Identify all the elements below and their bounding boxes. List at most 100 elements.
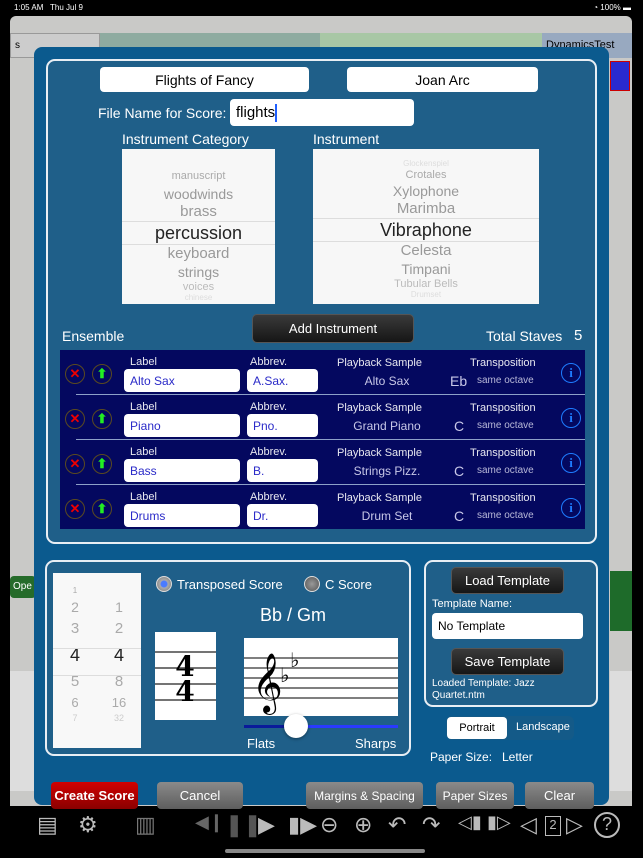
denominator-item[interactable]: 2 <box>97 618 141 639</box>
save-template-button[interactable]: Save Template <box>451 648 564 675</box>
delete-icon[interactable]: ✕ <box>65 409 85 429</box>
playback-sample[interactable]: Grand Piano <box>337 419 437 433</box>
numerator-item[interactable]: 1 <box>53 585 97 597</box>
c-score-radio[interactable] <box>304 576 320 592</box>
play-from-cursor-icon[interactable]: ▮▶ <box>288 812 317 838</box>
denominator-item[interactable]: 16 <box>97 692 141 713</box>
landscape-option[interactable]: Landscape <box>516 721 570 733</box>
transposition-key[interactable]: C <box>454 463 464 479</box>
transposition-octave[interactable]: same octave <box>477 510 534 521</box>
portrait-option[interactable]: Portrait <box>447 717 507 739</box>
abbrev-input[interactable]: B. <box>247 459 318 482</box>
lock-icon[interactable] <box>610 61 630 91</box>
next-page-icon[interactable]: ▷ <box>566 812 583 838</box>
label-input[interactable]: Piano <box>124 414 240 437</box>
delete-icon[interactable]: ✕ <box>65 364 85 384</box>
info-icon[interactable]: i <box>561 453 581 473</box>
transposition-octave[interactable]: same octave <box>477 420 534 431</box>
numerator-item[interactable]: 3 <box>53 618 97 639</box>
numerator-item[interactable]: 7 <box>53 713 97 723</box>
composer-field[interactable]: Joan Arc <box>347 67 538 92</box>
numerator-item[interactable]: 6 <box>53 692 97 713</box>
title-field[interactable]: Flights of Fancy <box>100 67 309 92</box>
move-up-icon[interactable]: ⬆ <box>92 499 112 519</box>
playback-sample[interactable]: Drum Set <box>337 509 437 523</box>
help-icon[interactable]: ? <box>594 812 620 838</box>
transposition-octave[interactable]: same octave <box>477 375 534 386</box>
piano-icon[interactable]: ▥ <box>135 812 156 838</box>
picker-item[interactable]: Crotales <box>313 169 539 182</box>
zoom-out-icon[interactable]: ⊖ <box>320 812 338 838</box>
time-signature-picker[interactable]: 1 2 3 4 5 6 7 1 2 4 8 16 32 <box>53 573 141 748</box>
open-button[interactable]: Ope <box>10 576 36 598</box>
picker-item[interactable]: brass <box>122 203 275 221</box>
info-icon[interactable]: i <box>561 408 581 428</box>
play-icon[interactable]: ▶ <box>258 812 275 838</box>
picker-item[interactable]: strings <box>122 263 275 281</box>
insert-measure-after-icon[interactable]: ▮▷ <box>487 812 511 833</box>
load-template-button[interactable]: Load Template <box>451 567 564 594</box>
margins-spacing-button[interactable]: Margins & Spacing <box>306 782 423 809</box>
abbrev-input[interactable]: A.Sax. <box>247 369 318 392</box>
paper-sizes-button[interactable]: Paper Sizes <box>436 782 514 809</box>
redo-icon[interactable]: ↷ <box>422 812 440 838</box>
instrument-picker[interactable]: Glockenspiel Crotales Xylophone Marimba … <box>313 149 539 304</box>
pause-icon[interactable]: ❚❚ <box>225 812 262 838</box>
template-name-input[interactable]: No Template <box>432 613 583 639</box>
gear-icon[interactable]: ⚙ <box>78 812 98 838</box>
create-score-button[interactable]: Create Score <box>51 782 138 809</box>
picker-item[interactable]: woodwinds <box>122 185 275 203</box>
undo-icon[interactable]: ↶ <box>388 812 406 838</box>
picker-item[interactable]: Tubular Bells <box>313 278 539 290</box>
numerator-item[interactable]: 2 <box>53 597 97 618</box>
clear-button[interactable]: Clear <box>525 782 594 809</box>
picker-item[interactable]: Marimba <box>313 200 539 218</box>
abbrev-input[interactable]: Pno. <box>247 414 318 437</box>
playback-sample[interactable]: Strings Pizz. <box>337 464 437 478</box>
info-icon[interactable]: i <box>561 363 581 383</box>
picker-item[interactable]: chinese <box>122 293 275 303</box>
volume-icon[interactable]: ◀❙ <box>195 812 224 833</box>
transposition-key[interactable]: C <box>454 508 464 524</box>
move-up-icon[interactable]: ⬆ <box>92 454 112 474</box>
picker-item-selected[interactable]: percussion <box>122 221 275 245</box>
add-instrument-button[interactable]: Add Instrument <box>252 314 414 343</box>
picker-item[interactable]: Celesta <box>313 242 539 260</box>
cancel-button[interactable]: Cancel <box>157 782 243 809</box>
delete-icon[interactable]: ✕ <box>65 499 85 519</box>
picker-item[interactable]: Glockenspiel <box>313 159 539 169</box>
zoom-in-icon[interactable]: ⊕ <box>354 812 372 838</box>
picker-item[interactable]: keyboard <box>122 245 275 263</box>
previous-page-icon[interactable]: ◁ <box>520 812 537 838</box>
insert-measure-before-icon[interactable]: ◁▮ <box>458 812 482 833</box>
move-up-icon[interactable]: ⬆ <box>92 364 112 384</box>
transposed-radio[interactable] <box>156 576 172 592</box>
info-icon[interactable]: i <box>561 498 581 518</box>
picker-item[interactable]: Drumset <box>313 290 539 300</box>
file-name-input[interactable]: flights <box>230 99 414 126</box>
move-up-icon[interactable]: ⬆ <box>92 409 112 429</box>
transposed-label[interactable]: Transposed Score <box>177 577 283 592</box>
transposition-key[interactable]: C <box>454 418 464 434</box>
abbrev-input[interactable]: Dr. <box>247 504 318 527</box>
picker-item-selected[interactable]: Vibraphone <box>313 218 539 242</box>
picker-item[interactable]: Timpani <box>313 260 539 278</box>
label-input[interactable]: Drums <box>124 504 240 527</box>
document-icon[interactable]: ▤ <box>37 812 58 838</box>
delete-icon[interactable]: ✕ <box>65 454 85 474</box>
c-score-label[interactable]: C Score <box>325 577 372 592</box>
denominator-item[interactable]: 32 <box>97 713 141 723</box>
label-input[interactable]: Bass <box>124 459 240 482</box>
picker-item[interactable]: manuscript <box>122 167 275 185</box>
category-picker[interactable]: manuscript woodwinds brass percussion ke… <box>122 149 275 304</box>
label-input[interactable]: Alto Sax <box>124 369 240 392</box>
note-tools-icon[interactable] <box>610 571 632 631</box>
transposition-octave[interactable]: same octave <box>477 465 534 476</box>
key-slider-thumb[interactable] <box>284 714 308 738</box>
key-slider-track-right[interactable] <box>296 725 398 728</box>
playback-sample[interactable]: Alto Sax <box>337 374 437 388</box>
denominator-item[interactable]: 1 <box>97 597 141 618</box>
picker-item[interactable]: Xylophone <box>313 182 539 200</box>
transposition-key[interactable]: Eb <box>450 373 467 389</box>
picker-item[interactable]: voices <box>122 281 275 293</box>
